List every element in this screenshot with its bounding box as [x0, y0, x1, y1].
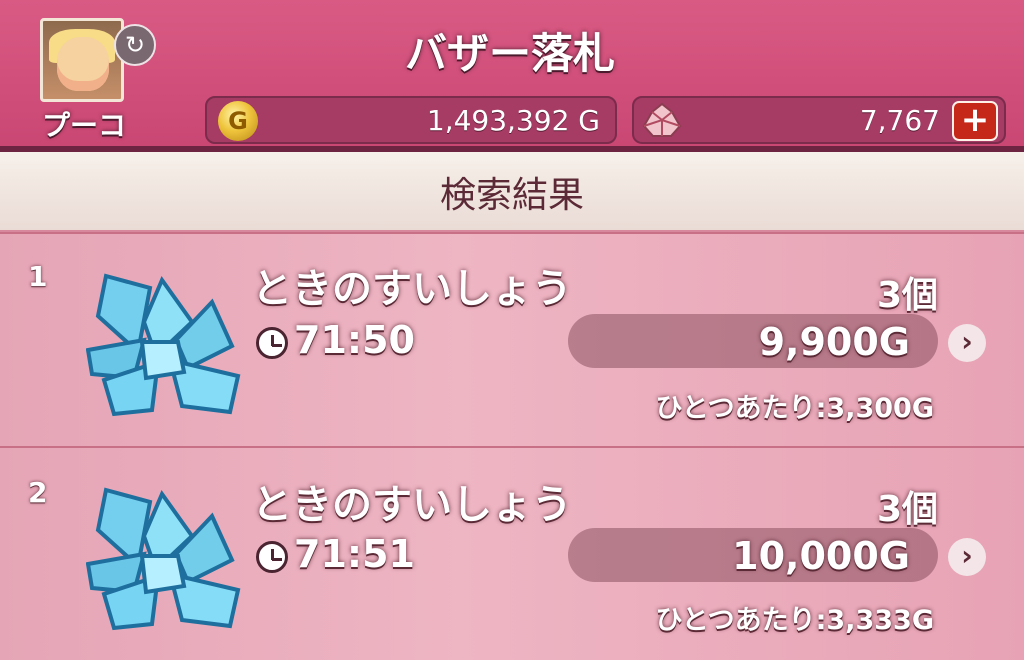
clock-icon	[256, 541, 288, 573]
item-rank: 1	[28, 260, 48, 293]
gem-icon	[642, 102, 682, 137]
gold-balance: 1,493,392 G	[426, 104, 600, 137]
item-price: 9,900G	[758, 320, 910, 364]
item-name: ときのすいしょう	[252, 482, 572, 528]
add-gems-button[interactable]: +	[952, 101, 998, 141]
item-quantity: 3個	[876, 489, 938, 530]
player-avatar[interactable]	[40, 18, 124, 102]
coin-icon: G	[218, 101, 258, 141]
clock-icon	[256, 327, 288, 359]
page-title: バザー落札	[404, 29, 615, 78]
player-name: プーコ	[41, 109, 126, 142]
item-rank: 2	[28, 476, 48, 509]
item-quantity: 3個	[876, 275, 938, 316]
crystal-icon	[86, 487, 241, 631]
chevron-right-icon[interactable]: ›	[948, 538, 986, 576]
avatar-face	[57, 37, 109, 91]
results-title: 検索結果	[439, 175, 584, 216]
remaining-time: 71:51	[294, 532, 415, 576]
unit-price: ひとつあたり:3,300G	[655, 393, 934, 424]
unit-price: ひとつあたり:3,333G	[655, 605, 934, 636]
gem-balance: 7,767	[859, 104, 940, 137]
item-name: ときのすいしょう	[252, 266, 572, 312]
remaining-time: 71:50	[294, 318, 415, 362]
refresh-icon[interactable]: ↻	[114, 24, 156, 66]
item-price: 10,000G	[732, 534, 910, 578]
chevron-right-icon[interactable]: ›	[948, 324, 986, 362]
crystal-icon	[86, 273, 241, 417]
